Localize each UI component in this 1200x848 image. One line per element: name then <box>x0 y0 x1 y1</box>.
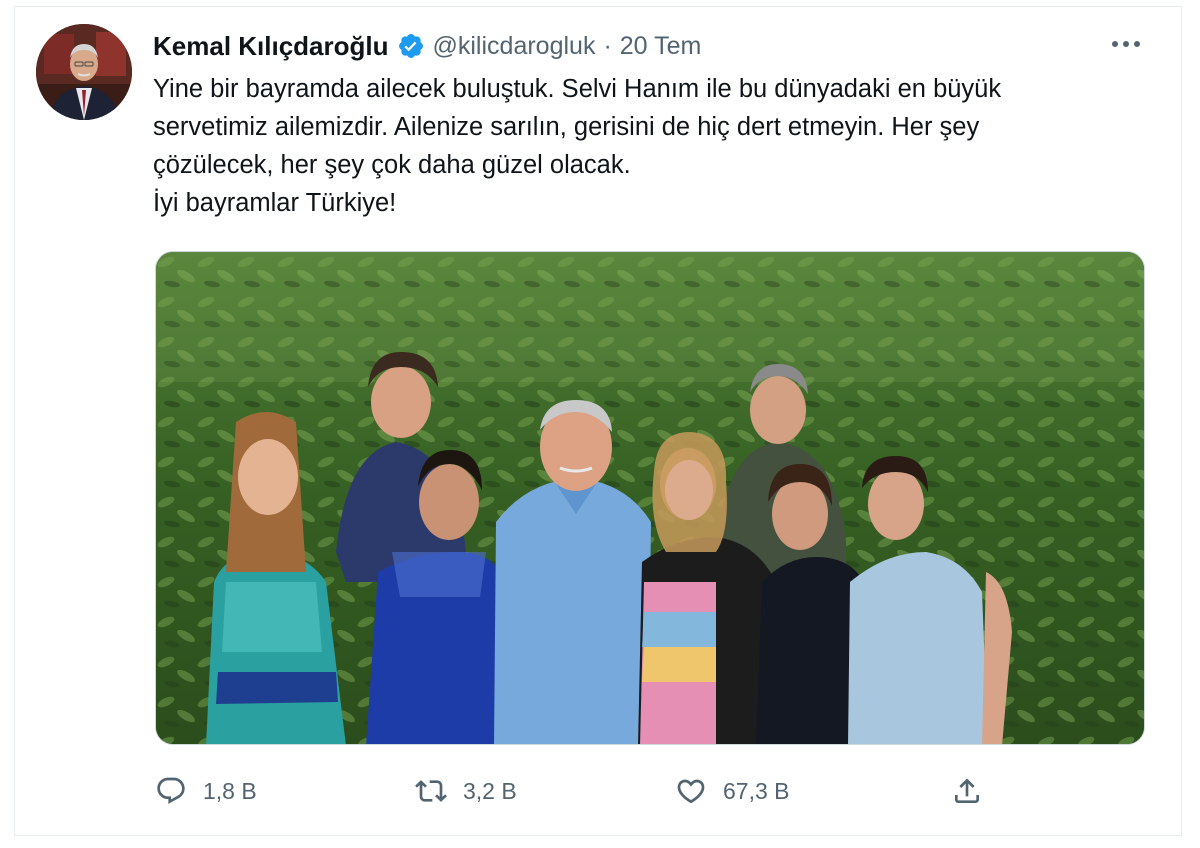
share-button[interactable] <box>951 770 983 812</box>
tweet-photo[interactable] <box>155 251 1145 745</box>
share-icon <box>955 778 979 803</box>
reply-icon <box>157 777 185 804</box>
like-count: 67,3 B <box>723 777 790 804</box>
header-separator: · <box>603 31 612 60</box>
tweet-text-line: İyi bayramlar Türkiye! <box>153 189 397 217</box>
tweet-text-line: Yine bir bayramda ailecek buluştuk. Selv… <box>153 75 1002 103</box>
more-options-button[interactable] <box>1106 28 1146 60</box>
tweet-actions: 1,8 B 3,2 B 67,3 B <box>155 770 995 812</box>
tweet-header: Kemal Kılıçdaroğlu @kilicdarogluk · 20 T… <box>153 28 701 64</box>
tweet-date[interactable]: 20 Tem <box>620 32 702 61</box>
reply-count: 1,8 B <box>203 777 257 804</box>
family-photo-image <box>156 252 1144 744</box>
like-button[interactable]: 67,3 B <box>675 770 790 812</box>
retweet-button[interactable]: 3,2 B <box>415 770 517 812</box>
retweet-count: 3,2 B <box>463 777 517 804</box>
avatar-image <box>36 24 132 120</box>
heart-icon <box>677 779 705 804</box>
verified-badge-icon <box>397 32 425 60</box>
reply-button[interactable]: 1,8 B <box>155 770 257 812</box>
avatar[interactable] <box>36 24 132 120</box>
display-name[interactable]: Kemal Kılıçdaroğlu <box>153 31 389 62</box>
tweet-text: Yine bir bayramda ailecek buluştuk. Selv… <box>153 70 1153 222</box>
tweet-text-line: çözülecek, her şey çok daha güzel olacak… <box>153 151 631 179</box>
retweet-icon <box>415 780 447 802</box>
author-handle[interactable]: @kilicdarogluk <box>433 32 596 61</box>
tweet-text-line: servetimiz ailemizdir. Ailenize sarılın,… <box>153 113 980 141</box>
more-dots-icon <box>1112 41 1140 47</box>
